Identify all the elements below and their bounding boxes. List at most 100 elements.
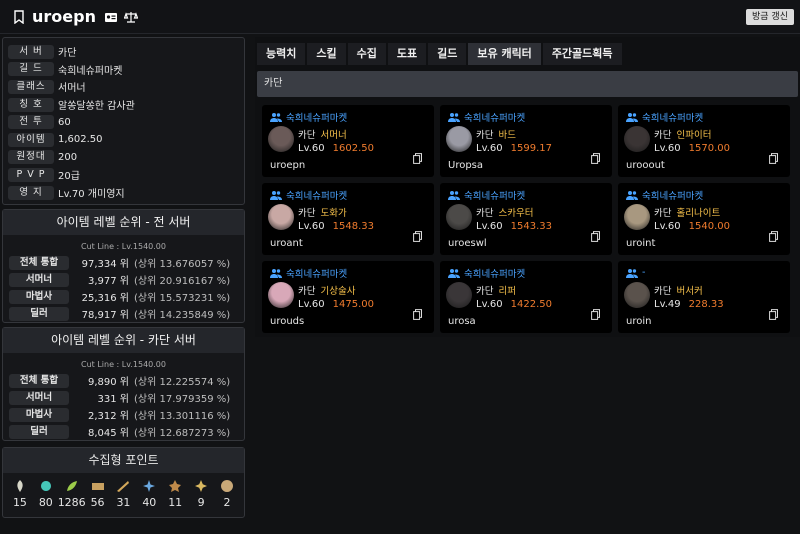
- character-item-level: 1602.50: [332, 143, 374, 154]
- rank-value: 25,316 위: [81, 293, 129, 304]
- avatar: [446, 126, 472, 152]
- rank-value: 78,917 위: [81, 310, 129, 321]
- users-icon: [448, 112, 460, 122]
- copy-icon[interactable]: [591, 309, 600, 320]
- rank-label: 서머너: [9, 390, 69, 405]
- copy-icon[interactable]: [413, 309, 422, 320]
- character-server: 카단: [476, 130, 494, 141]
- character-item-level: 1599.17: [510, 143, 552, 154]
- copy-icon[interactable]: [413, 153, 422, 164]
- tab-5[interactable]: 길드: [428, 43, 467, 65]
- profile-label: 클래스: [8, 79, 54, 94]
- character-card[interactable]: 숙희네슈퍼마켓 카단 인파이터 Lv.60 1570.00 urooout: [618, 105, 790, 177]
- character-card[interactable]: 숙희네슈퍼마켓 카단 서머너 Lv.60 1602.50 uroepn: [262, 105, 434, 177]
- character-card[interactable]: 숙희네슈퍼마켓 카단 리퍼 Lv.60 1422.50 urosa: [440, 261, 612, 333]
- tab-3[interactable]: 수집: [347, 43, 386, 65]
- profile-panel: 서 버 카단 길 드 숙희네슈퍼마켓 클래스 서머너 칭 호 알쏭달쏭한 감사관 전 투 60 아이…: [2, 37, 245, 205]
- character-card[interactable]: 숙희네슈퍼마켓 카단 스카우터 Lv.60 1543.33 uroeswl: [440, 183, 612, 255]
- collection-item[interactable]: 40: [138, 479, 160, 509]
- collection-item[interactable]: 31: [112, 479, 134, 509]
- character-level: Lv.60: [654, 221, 681, 232]
- tab-4[interactable]: 도표: [387, 43, 427, 65]
- copy-icon[interactable]: [413, 231, 422, 242]
- copy-icon[interactable]: [591, 231, 600, 242]
- character-item-level: 1543.33: [510, 221, 552, 232]
- profile-label: 서 버: [8, 44, 54, 59]
- character-card[interactable]: 숙희네슈퍼마켓 카단 기상술사 Lv.60 1475.00 urouds: [262, 261, 434, 333]
- character-level: Lv.49: [654, 299, 681, 310]
- bookmark-icon[interactable]: [12, 9, 26, 24]
- tab-2[interactable]: 스킬: [307, 43, 346, 65]
- character-class-line: 카단 버서커: [654, 283, 703, 297]
- guild-name: 숙희네슈퍼마켓: [286, 268, 348, 280]
- omnium-star-icon: [169, 480, 182, 492]
- tab-6[interactable]: 보유 캐릭터: [468, 43, 541, 65]
- collection-count: 2: [223, 496, 231, 509]
- rank-value: 331 위: [97, 394, 129, 405]
- character-class: 스카우터: [498, 208, 534, 219]
- profile-row: 클래스 서머너: [8, 78, 244, 96]
- collection-count: 15: [12, 496, 27, 509]
- profile-label: 전 투: [8, 115, 54, 130]
- rank-all-server-panel: 아이템 레벨 순위 - 전 서버 Cut Line : Lv.1540.00 전…: [2, 209, 245, 323]
- id-card-icon[interactable]: [104, 10, 118, 24]
- character-server: 카단: [654, 130, 672, 141]
- collection-item[interactable]: 56: [87, 479, 109, 509]
- collection-count: 56: [90, 496, 105, 509]
- character-level: Lv.60: [298, 299, 325, 310]
- copy-icon[interactable]: [769, 231, 778, 242]
- scale-icon[interactable]: [123, 10, 138, 24]
- collection-item[interactable]: 9: [190, 479, 212, 509]
- rank-label: 딜러: [9, 424, 69, 439]
- character-card[interactable]: 숙희네슈퍼마켓 카단 바드 Lv.60 1599.17 Uropsa: [440, 105, 612, 177]
- profile-row: 아이템 1,602.50: [8, 131, 244, 149]
- character-name: urosa: [448, 316, 476, 327]
- profile-value: 카단: [58, 48, 77, 60]
- character-class-line: 카단 바드: [476, 127, 516, 141]
- collection-item[interactable]: 1286: [58, 479, 86, 509]
- rank-label: 서머너: [9, 272, 69, 287]
- rank-percent: (상위 17.979359 %): [134, 394, 231, 405]
- collection-item[interactable]: 80: [35, 479, 57, 509]
- collection-item[interactable]: 15: [9, 479, 31, 509]
- copy-icon[interactable]: [591, 153, 600, 164]
- character-card[interactable]: - 카단 버서커 Lv.49 228.33 uroin: [618, 261, 790, 333]
- character-guild: 숙희네슈퍼마켓: [626, 188, 790, 202]
- character-guild: 숙희네슈퍼마켓: [448, 266, 612, 280]
- copy-icon[interactable]: [769, 153, 778, 164]
- rank-value: 8,045 위: [87, 428, 129, 439]
- rank-row: 서머너 3,977 위 (상위 20.916167 %): [3, 271, 244, 288]
- character-item-level: 228.33: [688, 299, 724, 310]
- character-server: 카단: [476, 286, 494, 297]
- character-grid: 숙희네슈퍼마켓 카단 서머너 Lv.60 1602.50 uroepn 숙희네슈퍼마켓 카단 바…: [255, 97, 800, 333]
- rank-label: 딜러: [9, 306, 69, 321]
- character-level: Lv.60: [298, 143, 325, 154]
- rank-value: 9,890 위: [87, 377, 129, 388]
- character-class: 리퍼: [498, 286, 516, 297]
- character-server: 카단: [476, 208, 494, 219]
- character-class: 인파이터: [676, 130, 712, 141]
- profile-value: 200: [58, 151, 78, 163]
- tab-1[interactable]: 능력치: [257, 43, 306, 65]
- world-tree-leaf-icon: [195, 480, 208, 492]
- collection-count: 40: [142, 496, 157, 509]
- character-level: Lv.60: [476, 299, 503, 310]
- refresh-button[interactable]: 방금 갱신: [746, 9, 794, 25]
- collection-item[interactable]: 11: [164, 479, 186, 509]
- character-card[interactable]: 숙희네슈퍼마켓 카단 홀리나이트 Lv.60 1540.00 uroint: [618, 183, 790, 255]
- users-icon: [626, 190, 638, 200]
- collection-item[interactable]: 2: [216, 479, 238, 509]
- rank-row: 딜러 78,917 위 (상위 14.235849 %): [3, 305, 244, 322]
- users-icon: [448, 268, 460, 278]
- character-class-line: 카단 리퍼: [476, 283, 516, 297]
- users-icon: [448, 190, 460, 200]
- profile-value: 서머너: [58, 83, 86, 95]
- copy-icon[interactable]: [769, 309, 778, 320]
- main-panel: 능력치 스킬 수집 도표 길드 보유 캐릭터 주간골드획득 카단 숙희네슈퍼마켓 카단 서머너 L…: [255, 37, 800, 337]
- tab-7[interactable]: 주간골드획득: [542, 43, 622, 65]
- character-item-level: 1548.33: [332, 221, 374, 232]
- character-card[interactable]: 숙희네슈퍼마켓 카단 도화가 Lv.60 1548.33 uroant: [262, 183, 434, 255]
- character-class: 바드: [498, 130, 516, 141]
- collection-count: 11: [168, 496, 183, 509]
- rank-row: 딜러 8,045 위 (상위 12.687273 %): [3, 423, 244, 440]
